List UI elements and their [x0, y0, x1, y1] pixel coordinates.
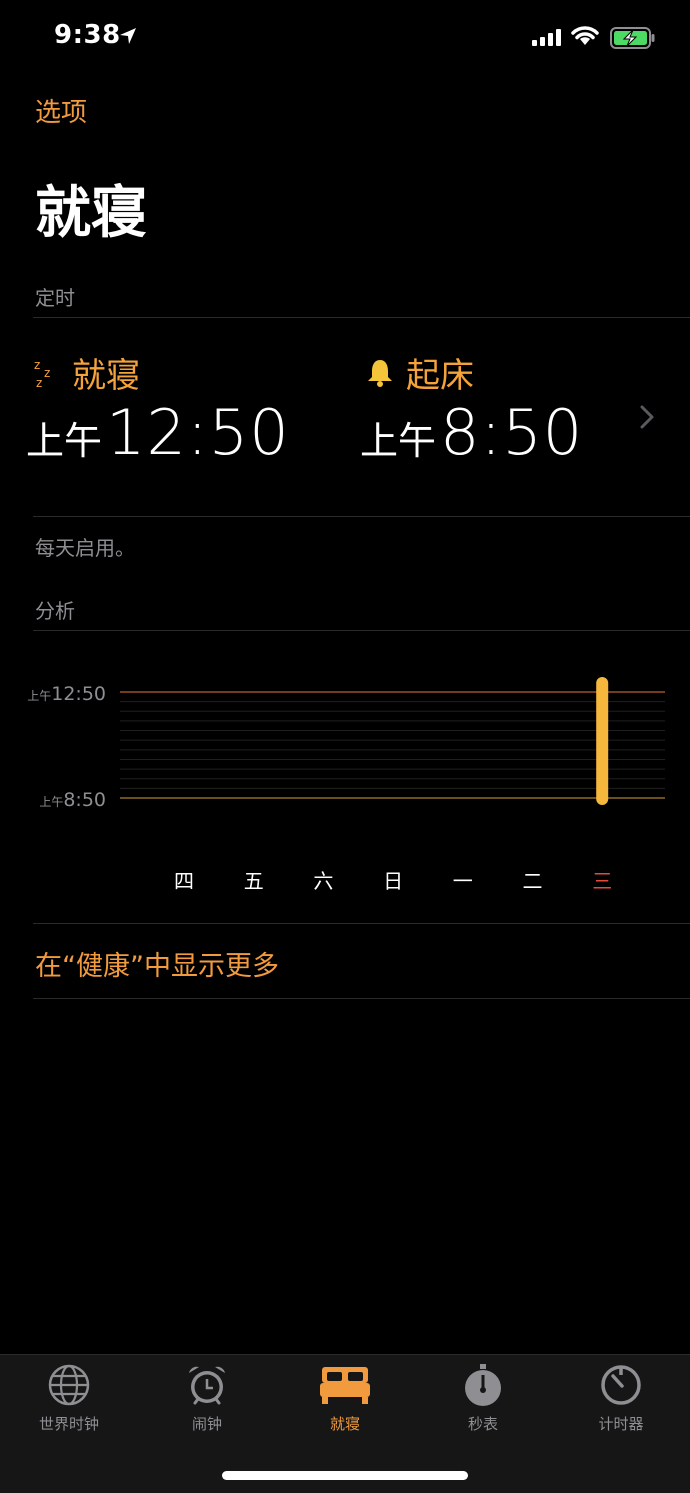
- wake-value: 8:50: [440, 396, 584, 469]
- stopwatch-icon: [465, 1364, 501, 1406]
- bedtime-value: 12:50: [106, 396, 290, 469]
- bed-icon: [320, 1367, 370, 1404]
- tab-timer[interactable]: 计时器: [552, 1363, 690, 1443]
- x-axis-label: 三: [592, 869, 612, 893]
- tab-alarm[interactable]: 闹钟: [138, 1363, 276, 1443]
- options-button[interactable]: 选项: [35, 92, 87, 129]
- divider: [33, 516, 690, 517]
- x-axis-label: 六: [313, 869, 333, 893]
- schedule-footnote: 每天启用。: [35, 536, 135, 560]
- bedtime-time: 上午 12:50: [26, 396, 290, 469]
- sleep-bar: [596, 677, 609, 805]
- y-axis-label: 上午12:50: [27, 683, 106, 705]
- x-axis-label: 一: [453, 869, 473, 893]
- show-more-in-health-link[interactable]: 在“健康”中显示更多: [35, 944, 279, 983]
- x-axis-label: 二: [523, 869, 543, 893]
- bedtime-header: z z z 就寝: [34, 348, 140, 397]
- tab-stopwatch[interactable]: 秒表: [414, 1363, 552, 1443]
- battery-charging-icon: [610, 27, 655, 49]
- schedule-section-header: 定时: [35, 286, 75, 310]
- tab-label: 就寝: [329, 1415, 360, 1433]
- wake-time: 上午 8:50: [360, 396, 583, 469]
- globe-icon: [48, 1364, 90, 1406]
- sleep-chart: 上午12:50 上午8:50 四 五 六 日 一 二 三: [0, 631, 690, 923]
- wake-label: 起床: [406, 356, 474, 396]
- zzz-icon: z z z: [34, 358, 50, 389]
- svg-text:z: z: [44, 366, 50, 380]
- tab-label: 计时器: [598, 1415, 644, 1433]
- chevron-right-icon: [640, 405, 654, 429]
- alarm-clock-icon: [189, 1366, 225, 1405]
- y-axis-label: 上午8:50: [39, 789, 106, 811]
- bedtime-ampm: 上午: [26, 419, 103, 463]
- tab-label: 秒表: [467, 1415, 498, 1433]
- divider: [33, 923, 690, 924]
- home-indicator: [222, 1471, 468, 1480]
- analysis-section-header: 分析: [35, 599, 75, 623]
- bell-icon: [368, 359, 392, 387]
- wake-header: 起床: [366, 348, 474, 397]
- tab-label: 世界时钟: [38, 1415, 99, 1433]
- timer-icon: [601, 1365, 641, 1405]
- schedule-row[interactable]: z z z 就寝 上午 12:50 起床 上午 8:50: [0, 318, 690, 516]
- page-title: 就寝: [35, 181, 147, 246]
- svg-text:z: z: [36, 376, 42, 389]
- location-arrow-icon: [120, 28, 136, 44]
- divider: [33, 998, 690, 999]
- tab-world-clock[interactable]: 世界时钟: [0, 1363, 138, 1443]
- svg-text:z: z: [34, 358, 40, 372]
- sleep-chart-svg: 上午12:50 上午8:50 四 五 六 日 一 二 三: [27, 677, 665, 893]
- bedtime-label: 就寝: [72, 356, 140, 396]
- cellular-signal-icon: [532, 29, 561, 46]
- x-axis-label: 四: [174, 869, 194, 893]
- wifi-icon: [571, 26, 599, 45]
- tab-bedtime[interactable]: 就寝: [276, 1363, 414, 1443]
- wake-ampm: 上午: [360, 419, 437, 463]
- status-time: 9:38: [54, 20, 121, 50]
- x-axis-label: 五: [244, 869, 264, 893]
- tab-label: 闹钟: [191, 1415, 222, 1433]
- x-axis-label: 日: [383, 869, 403, 893]
- status-bar: 9:38: [0, 0, 690, 80]
